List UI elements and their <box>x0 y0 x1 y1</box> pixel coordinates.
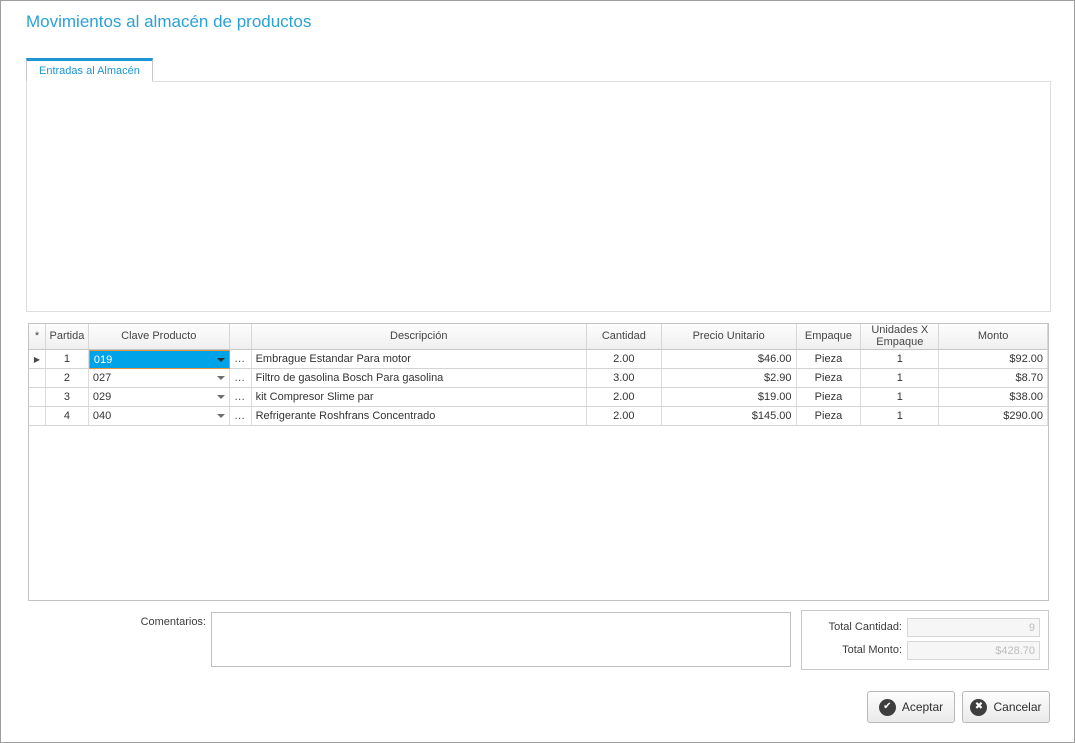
unidades_x_empaque-cell[interactable]: 1 <box>861 350 939 369</box>
unidades_x_empaque-cell[interactable]: 1 <box>861 388 939 407</box>
total-cantidad-input <box>907 618 1040 637</box>
descripcion-cell[interactable]: kit Compresor Slime par <box>252 388 587 407</box>
items-grid: *PartidaClave Producto DescripciónCantida… <box>28 323 1049 601</box>
clave-producto-value: 027 <box>93 372 111 384</box>
chevron-down-icon <box>217 376 225 380</box>
partida-cell[interactable]: 3 <box>46 388 89 407</box>
page-title: Movimientos al almacén de productos <box>26 12 311 32</box>
cantidad-cell[interactable]: 3.00 <box>587 369 662 388</box>
unidades_x_empaque-cell[interactable]: 1 <box>861 369 939 388</box>
monto-cell[interactable]: $38.00 <box>939 388 1048 407</box>
empaque-cell[interactable]: Pieza <box>797 407 862 426</box>
total-monto-label: Total Monto: <box>812 644 902 656</box>
chevron-down-icon <box>217 414 225 418</box>
ellipsis-button[interactable]: … <box>234 374 246 383</box>
column-header[interactable]: Precio Unitario <box>662 324 797 350</box>
table-row[interactable]: 2 027 … Filtro de gasolina Bosch Para gasol… <box>29 369 1048 388</box>
product-browse-cell: … <box>230 369 252 388</box>
product-browse-cell: … <box>230 388 252 407</box>
chevron-down-icon <box>217 395 225 399</box>
cantidad-cell[interactable]: 2.00 <box>587 388 662 407</box>
clave-producto-value: 029 <box>93 391 111 403</box>
row-indicator-cell <box>29 388 46 407</box>
column-header[interactable]: Descripción <box>252 324 587 350</box>
x-circle-icon: ✖ <box>970 699 987 716</box>
monto-cell[interactable]: $8.70 <box>939 369 1048 388</box>
precio_unitario-cell[interactable]: $46.00 <box>662 350 797 369</box>
row-indicator-cell <box>29 369 46 388</box>
table-row[interactable]: 3 029 … kit Compresor Slime par2.00$19.00Pi… <box>29 388 1048 407</box>
ellipsis-button[interactable]: … <box>234 355 246 364</box>
ellipsis-button[interactable]: … <box>234 393 246 402</box>
descripcion-cell[interactable]: Refrigerante Roshfrans Concentrado <box>252 407 587 426</box>
descripcion-cell[interactable]: Filtro de gasolina Bosch Para gasolina <box>252 369 587 388</box>
cancelar-button[interactable]: ✖ Cancelar <box>962 691 1050 723</box>
column-header[interactable]: Partida <box>46 324 89 350</box>
comentarios-textarea[interactable] <box>211 612 791 667</box>
comentarios-label: Comentarios: <box>66 616 206 628</box>
total-monto-input <box>907 641 1040 660</box>
column-header[interactable]: Empaque <box>797 324 862 350</box>
cantidad-cell[interactable]: 2.00 <box>587 350 662 369</box>
precio_unitario-cell[interactable]: $19.00 <box>662 388 797 407</box>
clave-producto-cell[interactable]: 040 <box>89 407 230 426</box>
row-indicator-cell <box>29 407 46 426</box>
product-browse-cell: … <box>230 407 252 426</box>
aceptar-button[interactable]: ✔ Aceptar <box>867 691 955 723</box>
clave-producto-value: 040 <box>93 410 111 422</box>
tab-page <box>26 81 1051 312</box>
column-header[interactable]: * <box>29 324 46 350</box>
grid-header-row: *PartidaClave Producto DescripciónCantida… <box>29 324 1048 350</box>
empaque-cell[interactable]: Pieza <box>797 369 862 388</box>
empaque-cell[interactable]: Pieza <box>797 350 862 369</box>
empaque-cell[interactable]: Pieza <box>797 388 862 407</box>
unidades_x_empaque-cell[interactable]: 1 <box>861 407 939 426</box>
partida-cell[interactable]: 2 <box>46 369 89 388</box>
row-indicator-cell: ▶ <box>29 350 46 369</box>
monto-cell[interactable]: $92.00 <box>939 350 1048 369</box>
total-cantidad-label: Total Cantidad: <box>812 621 902 633</box>
table-row[interactable]: ▶ 1 019 … Embrague Estandar Para motor2.00$4… <box>29 350 1048 369</box>
partida-cell[interactable]: 1 <box>46 350 89 369</box>
product-browse-cell: … <box>230 350 252 369</box>
check-circle-icon: ✔ <box>879 699 896 716</box>
monto-cell[interactable]: $290.00 <box>939 407 1048 426</box>
column-header[interactable]: Unidades X Empaque <box>861 324 939 350</box>
descripcion-cell[interactable]: Embrague Estandar Para motor <box>252 350 587 369</box>
tab-entradas-almacen[interactable]: Entradas al Almacén <box>26 58 153 82</box>
precio_unitario-cell[interactable]: $145.00 <box>662 407 797 426</box>
aceptar-button-label: Aceptar <box>902 700 943 714</box>
clave-producto-cell[interactable]: 027 <box>89 369 230 388</box>
chevron-down-icon <box>217 358 225 362</box>
row-indicator-icon: ▶ <box>34 355 40 364</box>
clave-producto-cell[interactable]: 019 <box>89 350 230 369</box>
movements-window: Movimientos al almacén de productos Entr… <box>0 0 1075 743</box>
clave-producto-cell[interactable]: 029 <box>89 388 230 407</box>
tab-label: Entradas al Almacén <box>39 65 140 77</box>
precio_unitario-cell[interactable]: $2.90 <box>662 369 797 388</box>
partida-cell[interactable]: 4 <box>46 407 89 426</box>
column-header[interactable]: Cantidad <box>587 324 662 350</box>
column-header[interactable]: Clave Producto <box>89 324 230 350</box>
cancelar-button-label: Cancelar <box>993 700 1041 714</box>
totals-groupbox: Total Cantidad: Total Monto: <box>801 610 1049 670</box>
cantidad-cell[interactable]: 2.00 <box>587 407 662 426</box>
column-header[interactable] <box>230 324 252 350</box>
ellipsis-button[interactable]: … <box>234 412 246 421</box>
clave-producto-value: 019 <box>94 354 112 366</box>
column-header[interactable]: Monto <box>939 324 1048 350</box>
table-row[interactable]: 4 040 … Refrigerante Roshfrans Concentrado2… <box>29 407 1048 426</box>
